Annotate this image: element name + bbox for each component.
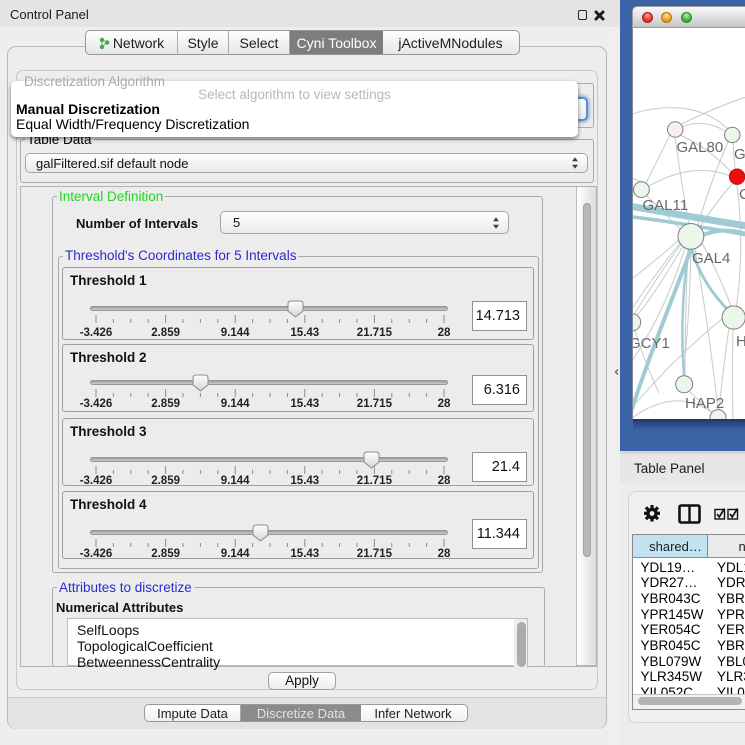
svg-text:GAL11: GAL11 <box>643 197 689 214</box>
svg-text:HAP2: HAP2 <box>685 395 724 412</box>
svg-text:GCY1: GCY1 <box>633 335 670 352</box>
svg-text:H: H <box>736 333 745 350</box>
svg-text:C: C <box>739 186 745 203</box>
svg-text:GAL80: GAL80 <box>677 139 724 156</box>
svg-text:GA: GA <box>734 146 745 163</box>
svg-text:GAL4: GAL4 <box>692 250 730 267</box>
